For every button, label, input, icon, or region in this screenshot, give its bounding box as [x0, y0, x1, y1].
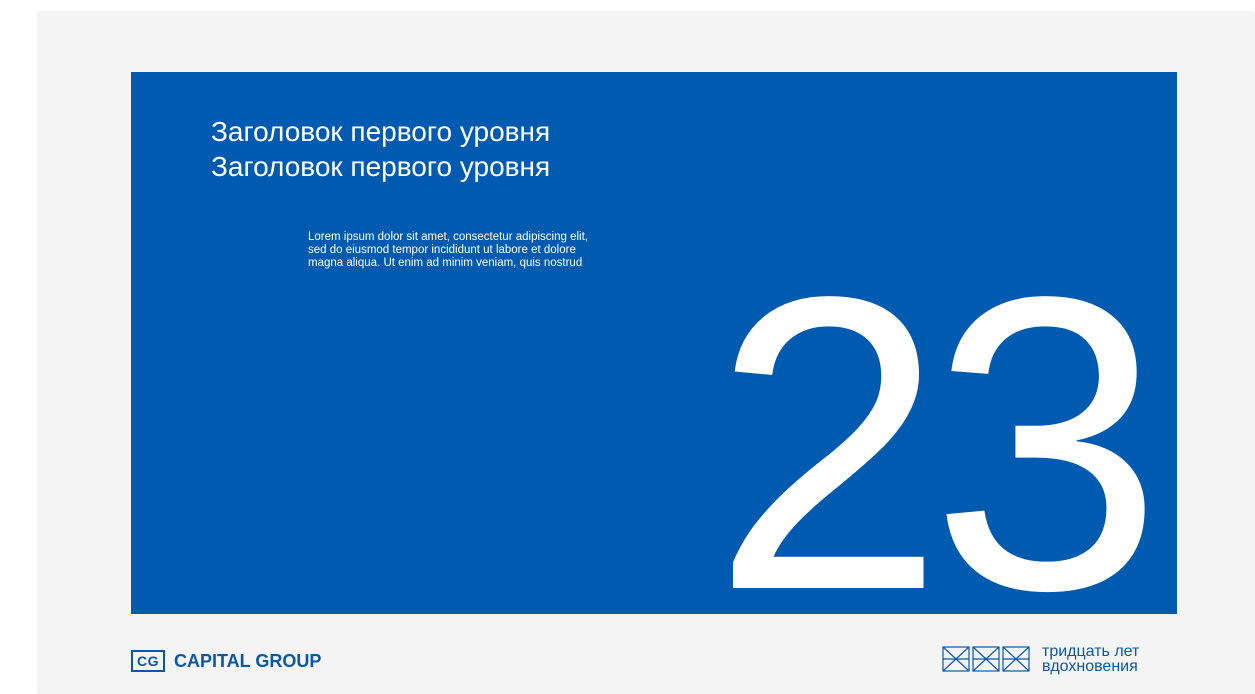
- body-paragraph: Lorem ipsum dolor sit amet, consectetur …: [308, 231, 668, 270]
- page-canvas: Заголовок первого уровня Заголовок перво…: [0, 0, 1255, 694]
- company-name: CAPITAL GROUP: [174, 650, 322, 671]
- page-title: Заголовок первого уровня Заголовок перво…: [211, 114, 550, 184]
- tagline: тридцать лет вдохновения: [1042, 643, 1140, 675]
- body-line-1: Lorem ipsum dolor sit amet, consectetur …: [308, 231, 588, 243]
- cg-logo-mark: CG: [131, 650, 165, 672]
- heading-line-2: Заголовок первого уровня: [211, 151, 551, 182]
- body-line-3: magna aliqua. Ut enim ad minim veniam, q…: [308, 257, 583, 269]
- xxx-emblem-icon: [942, 646, 1030, 672]
- tagline-line-2: вдохновения: [1042, 658, 1138, 675]
- big-number: 23: [712, 210, 1163, 615]
- body-line-2: sed do eiusmod tempor incididunt ut labo…: [308, 244, 576, 256]
- capital-group-logo: CG CAPITAL GROUP: [131, 647, 321, 675]
- blue-panel: Заголовок первого уровня Заголовок перво…: [131, 72, 1177, 614]
- anniversary-logo: тридцать лет вдохновения: [942, 641, 1139, 677]
- tagline-line-1: тридцать лет: [1042, 643, 1140, 660]
- heading-line-1: Заголовок первого уровня: [211, 116, 551, 147]
